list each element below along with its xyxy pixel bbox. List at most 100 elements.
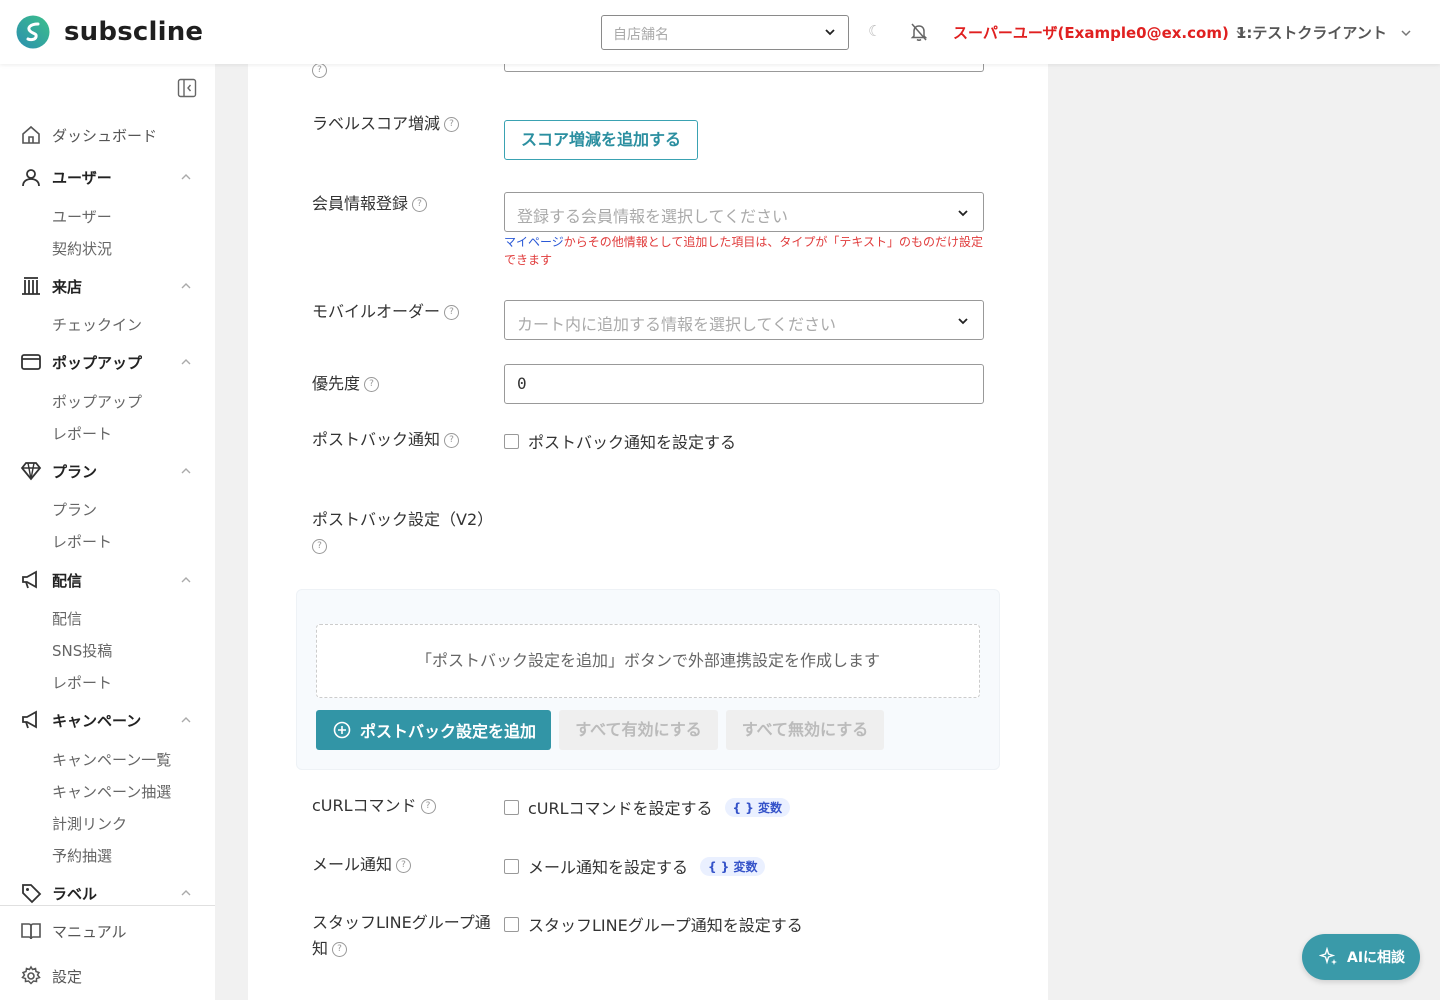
chevron-up-icon [181,468,191,474]
postback-checkbox[interactable] [504,433,519,449]
sidebar-item-dashboard[interactable]: ダッシュボード [0,120,215,150]
member-info-select[interactable]: 登録する会員情報を選択してください [504,192,984,232]
postback-checkbox-row[interactable]: ポストバック通知を設定する [504,429,736,453]
gear-icon [21,965,41,985]
help-icon[interactable]: ? [332,942,348,957]
user-menu[interactable]: スーパーユーザ(Example0@ex.com) [953,22,1246,43]
sidebar-subitem-reservation-lottery[interactable]: 予約抽選 [52,845,112,866]
sidebar-subitem-campaign-list[interactable]: キャンペーン一覧 [52,749,171,770]
mobile-order-select[interactable]: カート内に追加する情報を選択してください [504,300,984,340]
checkbox-label: cURLコマンドを設定する [528,799,713,818]
sidebar-subitem-contracts[interactable]: 契約状況 [52,238,112,259]
logo[interactable]: subscline [16,15,203,49]
help-icon[interactable]: ? [412,197,428,212]
diamond-icon [20,462,42,481]
sidebar-subitem-tracking-link[interactable]: 計測リンク [52,813,127,834]
chevron-down-icon [1401,29,1411,36]
sidebar-group-label: プラン [52,462,98,481]
add-postback-button[interactable]: ポストバック設定を追加 [316,710,551,750]
staff-line-checkbox[interactable] [504,916,519,932]
help-icon[interactable]: ? [364,377,380,392]
sidebar-group-label: ラベル [52,884,98,903]
sidebar-subitem-popup-report[interactable]: レポート [52,423,112,444]
sidebar-item-label: ダッシュボード [52,126,158,145]
sidebar-group-campaign[interactable]: キャンペーン [0,705,215,735]
chevron-up-icon [181,577,191,583]
help-icon[interactable]: ? [444,117,460,132]
client-menu[interactable]: 1:テストクライアント [1236,22,1411,43]
field-label: ポストバック通知 [312,430,441,449]
help-icon[interactable]: ? [444,305,460,320]
mypage-link[interactable]: マイページ [504,235,564,249]
sidebar-subitem-plan-report[interactable]: レポート [52,531,112,552]
curl-checkbox-row[interactable]: cURLコマンドを設定する { } 変数 [504,795,790,819]
sidebar: ダッシュボード ユーザー ユーザー 契約状況 来店 チェックイン ポップアップ … [0,64,215,1000]
postback-row-label: ポストバック通知? [312,427,460,453]
add-score-button[interactable]: スコア増減を追加する [504,120,698,160]
help-icon[interactable]: ? [312,539,327,554]
curl-row-label: cURLコマンド? [312,793,436,819]
enable-all-button[interactable]: すべて有効にする [559,710,718,750]
store-select[interactable]: 自店舗名 [601,15,849,50]
sidebar-subitem-delivery[interactable]: 配信 [52,608,82,629]
help-icon[interactable]: ? [444,433,460,448]
sidebar-item-label: 設定 [52,967,83,986]
field-label: ラベルスコア増減 [312,114,441,133]
ai-consult-button[interactable]: AIに相談 [1302,934,1420,980]
top-header: subscline 自店舗名 ☾ スーパーユーザ(Example0@ex.com… [0,0,1440,64]
building-icon [22,277,40,295]
window-icon [21,354,41,370]
postback-empty-message: 「ポストバック設定を追加」ボタンで外部連携設定を作成します [316,624,980,698]
sidebar-subitem-campaign-lottery[interactable]: キャンペーン抽選 [52,781,171,802]
sidebar-group-plan[interactable]: プラン [0,456,215,486]
dark-mode-icon[interactable]: ☾ [868,22,881,40]
checkbox-label: スタッフLINEグループ通知を設定する [528,916,803,935]
sidebar-group-popup[interactable]: ポップアップ [0,347,215,377]
staff-line-checkbox-row[interactable]: スタッフLINEグループ通知を設定する [504,912,803,936]
client-label: 1:テストクライアント [1236,24,1387,42]
priority-input[interactable]: 0 [504,364,984,404]
mail-checkbox[interactable] [504,858,519,874]
help-icon[interactable]: ? [420,799,436,814]
sidebar-item-manual[interactable]: マニュアル [0,916,215,946]
mobile-order-row-label: モバイルオーダー? [312,299,460,325]
label-score-row-label: ラベルスコア増減? [312,111,460,137]
help-icon[interactable]: ? [396,858,412,873]
sidebar-collapse-icon[interactable] [177,78,197,98]
sidebar-item-label: マニュアル [52,922,127,941]
sidebar-subitem-checkin[interactable]: チェックイン [52,314,142,335]
variable-badge[interactable]: { } 変数 [700,856,766,876]
note-text: からその他情報として追加した項目は、タイプが「テキスト」のものだけ設定できます [504,235,984,267]
member-info-note: マイページからその他情報として追加した項目は、タイプが「テキスト」のものだけ設定… [504,233,988,269]
sidebar-group-delivery[interactable]: 配信 [0,565,215,595]
chevron-down-icon [825,29,835,36]
sidebar-subitem-delivery-report[interactable]: レポート [52,672,112,693]
sidebar-subitem-plan[interactable]: プラン [52,499,97,520]
sidebar-group-label: ポップアップ [52,353,143,372]
field-label: 会員情報登録 [312,194,409,213]
tag-icon [22,884,42,904]
home-icon [22,125,40,144]
disable-all-button[interactable]: すべて無効にする [726,710,884,750]
chevron-up-icon [181,717,191,723]
sidebar-subitem-users[interactable]: ユーザー [52,206,112,227]
help-icon[interactable]: ? [312,63,327,78]
member-info-row-label: 会員情報登録? [312,191,428,217]
button-label: ポストバック設定を追加 [360,722,537,741]
bell-off-icon[interactable] [909,22,929,42]
sidebar-group-label-tags[interactable]: ラベル [0,878,215,908]
variable-badge[interactable]: { } 変数 [724,797,790,817]
sidebar-group-user[interactable]: ユーザー [0,162,215,192]
sidebar-subitem-sns[interactable]: SNS投稿 [52,640,112,661]
field-label: ポストバック設定（V2） [312,510,494,529]
sidebar-group-label: 来店 [52,277,83,296]
mail-row-label: メール通知? [312,852,412,878]
sidebar-group-visit[interactable]: 来店 [0,271,215,301]
chevron-down-icon [958,318,968,325]
megaphone-icon [22,710,37,729]
mail-checkbox-row[interactable]: メール通知を設定する { } 変数 [504,854,766,878]
curl-checkbox[interactable] [504,799,519,815]
plus-circle-icon [333,721,351,739]
sidebar-subitem-popup[interactable]: ポップアップ [52,391,142,412]
sidebar-item-settings[interactable]: 設定 [0,961,215,991]
